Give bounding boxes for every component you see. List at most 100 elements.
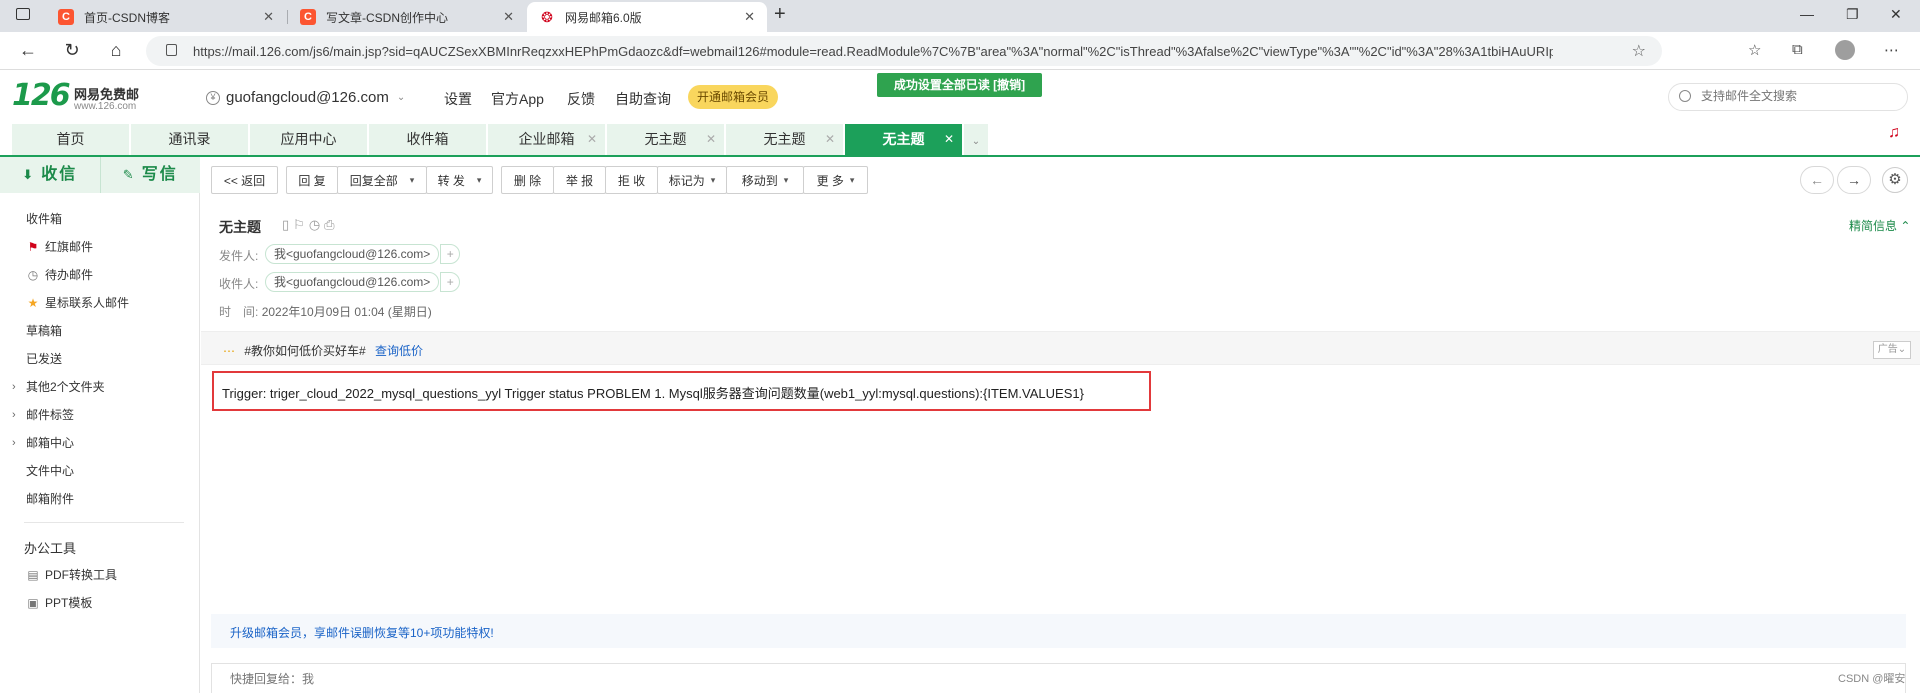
tab-no-subject-2[interactable]: 无主题 ✕ [726, 124, 843, 155]
chevron-right-icon[interactable]: › [12, 381, 16, 393]
chevron-down-icon[interactable]: ▾ [410, 175, 415, 186]
tab-no-subject-3[interactable]: 无主题 ✕ [845, 124, 962, 156]
flag-icon[interactable]: ⚐ [293, 217, 309, 232]
mail-search[interactable] [1668, 83, 1908, 111]
new-tab-icon[interactable]: + [774, 3, 786, 26]
vip-button[interactable]: 开通邮箱会员 [688, 85, 778, 109]
print-icon[interactable]: ⎙ [324, 217, 338, 232]
more-menu-icon[interactable]: ⋯ [1884, 41, 1899, 59]
restore-icon[interactable]: ❐ [1846, 6, 1859, 23]
tab-app-center[interactable]: 应用中心 [250, 124, 367, 155]
folder-inbox[interactable]: 收件箱 [26, 210, 62, 227]
profile-avatar[interactable] [1835, 40, 1855, 60]
tab-no-subject-1[interactable]: 无主题 ✕ [607, 124, 724, 155]
tab-actions-icon[interactable] [16, 8, 30, 20]
folder-mail-center[interactable]: › 邮箱中心 [12, 434, 74, 451]
tool-ppt-template[interactable]: ▣ PPT模板 [26, 594, 92, 611]
browser-tab-csdn-home[interactable]: C 首页-CSDN博客 ✕ [46, 2, 286, 32]
url-text[interactable]: https://mail.126.com/js6/main.jsp?sid=qA… [193, 44, 1553, 59]
collections-icon[interactable]: ⧉ [1792, 41, 1803, 58]
prev-mail-button[interactable]: ← [1800, 166, 1834, 194]
delete-button[interactable]: 删 除 [501, 166, 554, 194]
close-icon[interactable]: ✕ [503, 9, 514, 25]
music-icon[interactable]: ♫ [1888, 124, 1900, 142]
home-icon[interactable]: ⌂ [104, 40, 128, 60]
folder-sent[interactable]: 已发送 [26, 350, 62, 367]
browser-tab-netease-mail[interactable]: ❂ 网易邮箱6.0版 ✕ [527, 2, 767, 32]
reject-button[interactable]: 拒 收 [605, 166, 658, 194]
toast-message[interactable]: 成功设置全部已读 [撤销] [877, 73, 1042, 97]
account-menu[interactable]: ¥ guofangcloud@126.com ⌄ [206, 89, 405, 106]
ad-link[interactable]: 查询低价 [375, 344, 423, 358]
tab-label: 无主题 [644, 131, 687, 147]
recipient-chip[interactable]: 我<guofangcloud@126.com> + [265, 272, 461, 292]
reload-icon[interactable]: ↻ [60, 40, 84, 60]
forward-button[interactable]: 转 发 ▾ [426, 166, 493, 194]
chevron-down-icon[interactable]: ▾ [477, 175, 482, 186]
sender-chip[interactable]: 我<guofangcloud@126.com> + [265, 244, 461, 264]
search-input[interactable] [1701, 89, 1896, 103]
browser-tab-strip: C 首页-CSDN博客 ✕ C 写文章-CSDN创作中心 ✕ ❂ 网易邮箱6.0… [0, 0, 1920, 32]
folder-red-flag[interactable]: ⚑ 红旗邮件 [26, 238, 93, 255]
quick-reply-input[interactable] [230, 672, 830, 686]
upgrade-banner[interactable]: 升级邮箱会员，享邮件误删恢复等10+项功能特权! [211, 614, 1906, 648]
feedback-link[interactable]: 反馈 [567, 89, 595, 109]
logo-126[interactable]: 126 [12, 78, 71, 113]
close-icon[interactable]: ✕ [744, 9, 755, 25]
chevron-right-icon[interactable]: › [12, 409, 16, 421]
favorites-icon[interactable]: ☆ [1748, 41, 1761, 59]
folder-other[interactable]: › 其他2个文件夹 [12, 378, 105, 395]
upgrade-text[interactable]: 升级邮箱会员，享邮件误删恢复等10+项功能特权! [230, 624, 494, 641]
compose-button[interactable]: ✎ 写信 [101, 157, 201, 193]
reply-button[interactable]: 回 复 [286, 166, 338, 194]
chevron-down-icon: ▾ [710, 174, 716, 185]
ad-tag[interactable]: 广告⌄ [1873, 341, 1911, 359]
tab-overflow-button[interactable]: ⌄ [964, 124, 988, 155]
close-icon[interactable]: ✕ [825, 124, 835, 155]
brief-info-toggle[interactable]: 精简信息 ⌃ [1849, 217, 1910, 234]
address-bar[interactable]: https://mail.126.com/js6/main.jsp?sid=qA… [146, 36, 1662, 66]
folder-drafts[interactable]: 草稿箱 [26, 322, 62, 339]
folder-starred[interactable]: ★ 星标联系人邮件 [26, 294, 129, 311]
clock-icon[interactable]: ◷ [309, 217, 324, 232]
add-contact-icon[interactable]: + [440, 244, 461, 264]
divider [24, 522, 184, 523]
tab-inbox[interactable]: 收件箱 [369, 124, 486, 155]
close-icon[interactable]: ✕ [706, 124, 716, 155]
add-contact-icon[interactable]: + [440, 272, 461, 292]
back-button[interactable]: << 返回 [211, 166, 278, 194]
move-to-button[interactable]: 移动到 ▾ [726, 166, 804, 194]
gear-icon[interactable]: ⚙ [1882, 167, 1908, 193]
tool-pdf-converter[interactable]: ▤ PDF转换工具 [26, 566, 117, 583]
more-button[interactable]: 更 多 ▾ [803, 166, 868, 194]
report-button[interactable]: 举 报 [553, 166, 606, 194]
red-flag-icon: ⚑ [27, 239, 39, 254]
quick-reply-box[interactable] [211, 663, 1906, 693]
tab-contacts[interactable]: 通讯录 [131, 124, 248, 155]
folder-label: 邮件标签 [26, 408, 75, 422]
favorite-icon[interactable]: ☆ [1632, 41, 1646, 61]
back-arrow-icon[interactable]: ← [16, 40, 40, 60]
next-mail-button[interactable]: → [1837, 166, 1871, 194]
tab-enterprise-mail[interactable]: 企业邮箱 ✕ [488, 124, 605, 155]
folder-todo[interactable]: ◷ 待办邮件 [26, 266, 93, 283]
folder-tags[interactable]: › 邮件标签 [12, 406, 75, 423]
settings-link[interactable]: 设置 [444, 89, 472, 109]
folder-attachments[interactable]: 邮箱附件 [26, 490, 74, 507]
official-app-link[interactable]: 官方App [491, 89, 544, 109]
self-service-link[interactable]: 自助查询 [615, 89, 671, 109]
reply-all-button[interactable]: 回复全部 ▾ [337, 166, 427, 194]
tab-label: 通讯录 [168, 131, 211, 147]
bookmark-icon[interactable]: ▯ [282, 217, 293, 232]
browser-tab-csdn-write[interactable]: C 写文章-CSDN创作中心 ✕ [288, 2, 526, 32]
close-icon[interactable]: ✕ [587, 124, 597, 155]
mark-as-button[interactable]: 标记为 ▾ [657, 166, 727, 194]
tab-home[interactable]: 首页 [12, 124, 129, 155]
folder-file-center[interactable]: 文件中心 [26, 462, 74, 479]
close-icon[interactable]: ✕ [944, 124, 954, 155]
window-close-icon[interactable]: ✕ [1890, 6, 1902, 23]
receive-button[interactable]: ⬇ 收信 [0, 157, 100, 193]
minimize-icon[interactable]: — [1800, 6, 1814, 22]
close-icon[interactable]: ✕ [263, 9, 274, 25]
chevron-right-icon[interactable]: › [12, 437, 16, 449]
